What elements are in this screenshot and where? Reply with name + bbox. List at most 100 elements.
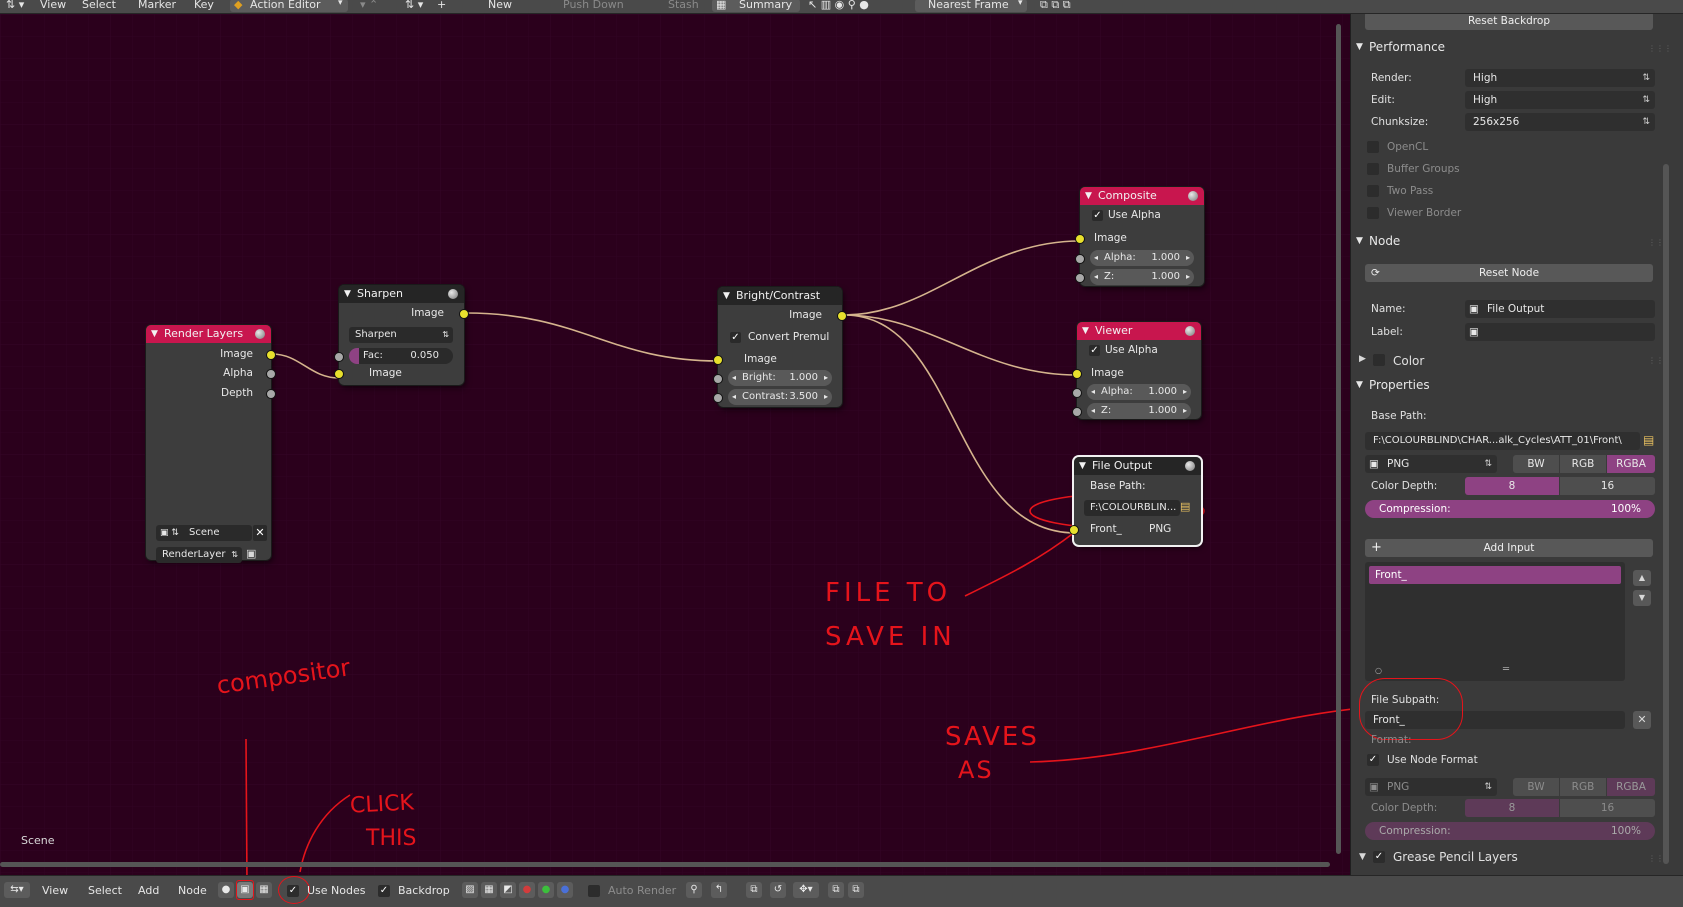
bright-input-socket[interactable] — [713, 355, 723, 365]
color-checkbox[interactable] — [1373, 354, 1385, 366]
arrow-left-icon[interactable]: ◂ — [1094, 250, 1098, 266]
arrow-right-icon[interactable]: ▸ — [1183, 384, 1187, 400]
auto-render-checkbox[interactable] — [588, 885, 600, 897]
output-alpha-socket[interactable] — [266, 369, 276, 379]
editor-horizontal-scrollbar[interactable] — [0, 862, 1330, 867]
composite-z-socket[interactable] — [1075, 273, 1085, 283]
panel-basepath-field[interactable]: F:\COLOURBLIND\CHAR...alk_Cycles\ATT_01\… — [1365, 432, 1640, 450]
backdrop-color-icon[interactable]: ▨ — [462, 882, 478, 898]
preview-sphere-icon[interactable] — [1188, 191, 1198, 201]
remove-input-close-icon[interactable]: ✕ — [1633, 711, 1651, 729]
fac-slider[interactable]: Fac: 0.050 — [349, 348, 453, 364]
color-depth-8[interactable]: 8 — [1465, 477, 1559, 495]
bright-field[interactable]: ◂ Bright: 1.000 ▸ — [728, 370, 832, 386]
render-layer-dropdown[interactable]: RenderLayer ⇅ — [156, 547, 242, 563]
color-mode-rgb[interactable]: RGB — [1560, 455, 1606, 473]
pin-icon[interactable]: ⚲ — [686, 882, 702, 898]
footer-menu-node[interactable]: Node — [178, 884, 207, 897]
file-output-header[interactable]: ▼ File Output — [1074, 457, 1201, 475]
push-down-button[interactable]: Push Down — [563, 0, 624, 11]
folder-icon[interactable]: ▤ — [1180, 500, 1190, 513]
collapse-icon[interactable]: ▼ — [1079, 457, 1086, 475]
browse-action-icon[interactable]: ⇅ ▾ — [405, 0, 423, 11]
contrast-socket[interactable] — [713, 393, 723, 403]
arrow-left-icon[interactable]: ◂ — [732, 370, 736, 386]
viewer-border-checkbox[interactable] — [1367, 207, 1379, 219]
color-depth-16[interactable]: 16 — [1560, 477, 1655, 495]
panel-scrollbar[interactable] — [1663, 164, 1669, 864]
arrow-left-icon[interactable]: ◂ — [732, 389, 736, 405]
file-format-dropdown[interactable]: ▣ PNG ⇅ — [1365, 455, 1497, 473]
arrow-left-icon[interactable]: ◂ — [1091, 403, 1095, 419]
preview-sphere-icon[interactable] — [1185, 461, 1195, 471]
menu-key[interactable]: Key — [194, 0, 214, 11]
list-resize-icon[interactable]: ═ — [1503, 664, 1509, 675]
composite-header[interactable]: ▼ Composite — [1080, 187, 1204, 205]
copy-paste-icons[interactable]: ⧉ ⧉ ⧉ — [1040, 0, 1071, 12]
convert-premul-checkbox[interactable]: ✓ — [730, 332, 741, 343]
menu-marker[interactable]: Marker — [138, 0, 176, 11]
arrow-right-icon[interactable]: ▸ — [824, 370, 828, 386]
color-depth2-8[interactable]: 8 — [1465, 799, 1559, 817]
render-layers-node[interactable]: ▼ Render Layers Image Alpha Depth ▣ ⇅ Sc… — [146, 325, 276, 563]
color-mode-rgba[interactable]: RGBA — [1607, 455, 1655, 473]
fac-socket[interactable] — [334, 352, 344, 362]
sharpen-mode-dropdown[interactable]: Sharpen ⇅ — [349, 327, 453, 343]
folder-icon[interactable]: ▤ — [1643, 433, 1654, 447]
plus-icon[interactable]: + — [437, 0, 446, 11]
reset-backdrop-button[interactable]: Reset Backdrop — [1365, 14, 1653, 30]
move-up-icon[interactable]: ▲ — [1633, 570, 1651, 586]
disclosure-right-icon[interactable]: ▶ — [1359, 354, 1366, 364]
bright-contrast-node[interactable]: ▼ Bright/Contrast Image ✓ Convert Premul… — [713, 287, 847, 407]
snap-target-icon[interactable]: ✥▾ — [793, 882, 819, 898]
backdrop-checkbox[interactable]: ✓ — [378, 885, 390, 897]
viewer-alpha-socket[interactable] — [1072, 388, 1082, 398]
editor-vertical-scrollbar[interactable] — [1336, 24, 1341, 854]
menu-view[interactable]: View — [40, 0, 66, 11]
sharpen-node[interactable]: ▼ Sharpen Image Sharpen ⇅ Fac: 0.050 Ima… — [334, 285, 469, 385]
list-handle-icon[interactable]: ○ — [1375, 666, 1382, 675]
render-quality-dropdown[interactable]: High ⇅ — [1465, 69, 1655, 87]
arrow-right-icon[interactable]: ▸ — [1186, 269, 1190, 285]
bright-socket[interactable] — [713, 374, 723, 384]
filter-icons[interactable]: ↖ ▥ ◉ ⚲ ● — [808, 0, 869, 11]
green-channel-icon[interactable]: ● — [538, 882, 554, 898]
chunksize-dropdown[interactable]: 256x256 ⇅ — [1465, 113, 1655, 131]
parent-node-icon[interactable]: ↰ — [711, 882, 727, 898]
new-action-button[interactable]: New — [488, 0, 512, 11]
bright-contrast-header[interactable]: ▼ Bright/Contrast — [718, 287, 842, 305]
collapse-icon[interactable]: ▼ — [151, 325, 158, 343]
compression2-slider[interactable]: Compression: 100% — [1365, 822, 1655, 840]
texture-nodes-icon[interactable]: ▦ — [256, 882, 272, 898]
viewer-z-field[interactable]: ◂ Z: 1.000 ▸ — [1087, 403, 1191, 419]
collapse-icon[interactable]: ▼ — [1082, 322, 1089, 340]
arrow-left-icon[interactable]: ◂ — [1094, 269, 1098, 285]
color-mode-bw[interactable]: BW — [1513, 455, 1559, 473]
copy-nodes-icon[interactable]: ⧉ — [828, 882, 844, 898]
color-mode2-rgb[interactable]: RGB — [1560, 778, 1606, 796]
viewer-z-socket[interactable] — [1072, 407, 1082, 417]
two-pass-checkbox[interactable] — [1367, 185, 1379, 197]
node-label-field[interactable]: ▣ — [1465, 323, 1655, 341]
bright-output-socket[interactable] — [837, 311, 847, 321]
node-section-header[interactable]: ▼ Node — [1356, 234, 1400, 248]
output-image-socket[interactable] — [266, 350, 276, 360]
viewer-image-socket[interactable] — [1072, 369, 1082, 379]
viewer-node[interactable]: ▼ Viewer ✓ Use Alpha Image ◂ Alpha: 1.00… — [1072, 322, 1201, 419]
footer-menu-select[interactable]: Select — [88, 884, 122, 897]
sharpen-input-socket[interactable] — [334, 369, 344, 379]
render-layer-icon[interactable]: ▣ — [246, 547, 256, 560]
collapse-icon[interactable]: ▼ — [723, 287, 730, 305]
collapse-icon[interactable]: ▼ — [344, 285, 351, 303]
use-node-format-checkbox[interactable]: ✓ — [1367, 754, 1379, 766]
file-output-basepath-field[interactable]: F:\COLOURBLIN... — [1084, 500, 1180, 516]
compression-slider[interactable]: Compression: 100% — [1365, 500, 1655, 518]
buffer-groups-checkbox[interactable] — [1367, 163, 1379, 175]
snap-icon[interactable]: ↺ — [770, 882, 786, 898]
grease-pencil-checkbox[interactable]: ✓ — [1373, 851, 1385, 863]
backdrop-bw-icon[interactable]: ◩ — [500, 882, 516, 898]
move-down-icon[interactable]: ▼ — [1633, 590, 1651, 606]
footer-menu-view[interactable]: View — [42, 884, 68, 897]
red-channel-icon[interactable]: ● — [519, 882, 535, 898]
composite-alpha-field[interactable]: ◂ Alpha: 1.000 ▸ — [1090, 250, 1194, 266]
